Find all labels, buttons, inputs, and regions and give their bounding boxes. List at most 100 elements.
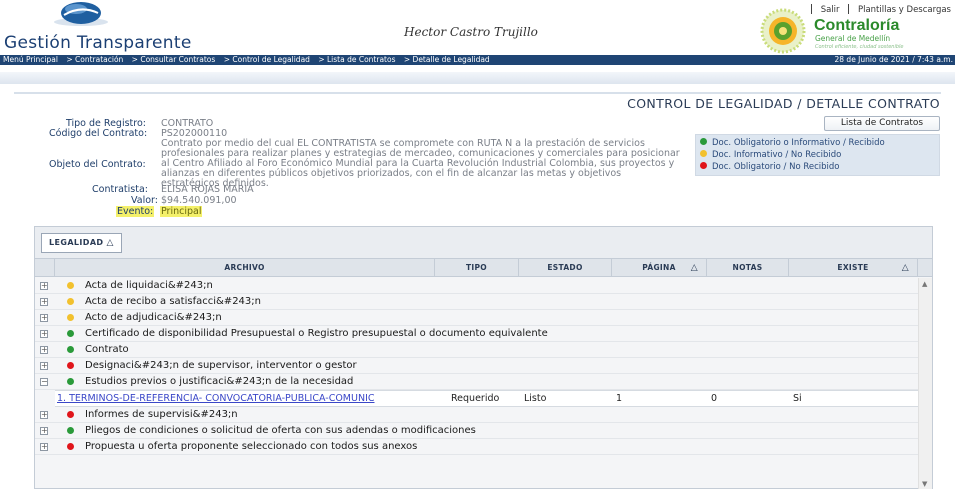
row-label: Certificado de disponibilidad Presupuest… xyxy=(85,328,548,339)
row-label: Designaci&#243;n de supervisor, interven… xyxy=(85,360,357,371)
legend-label: Doc. Obligatorio o Informativo / Recibid… xyxy=(712,138,885,148)
breadcrumb-item-detalle-legalidad: > Detalle de Legalidad xyxy=(403,55,490,64)
column-header-existe[interactable]: EXISTE △ xyxy=(789,259,918,277)
green-dot-icon xyxy=(67,346,74,353)
evento-value: Principal xyxy=(160,206,203,217)
green-dot-icon xyxy=(700,138,707,145)
group-chip-legalidad[interactable]: LEGALIDAD △ xyxy=(41,233,122,253)
user-name: Hector Castro Trujillo xyxy=(404,25,538,39)
app-logo-text: Gestión Transparente xyxy=(4,33,192,53)
contraloria-seal-icon xyxy=(760,8,806,54)
objeto-label: Objeto del Contrato: xyxy=(49,159,146,170)
yellow-dot-icon xyxy=(67,282,74,289)
expand-icon[interactable]: + xyxy=(40,330,48,338)
breadcrumb-item-main-menu[interactable]: Menú Principal xyxy=(3,55,58,64)
table-row[interactable]: + Acto de adjudicaci&#243;n xyxy=(35,310,918,326)
expand-icon[interactable]: + xyxy=(40,362,48,370)
legend-item-received: Doc. Obligatorio o Informativo / Recibid… xyxy=(700,137,935,149)
page-title: CONTROL DE LEGALIDAD / DETALLE CONTRATO xyxy=(627,96,940,111)
red-dot-icon xyxy=(67,411,74,418)
green-dot-icon xyxy=(67,330,74,337)
table-row[interactable]: + Propuesta u oferta proponente seleccio… xyxy=(35,439,918,455)
legend-item-info-not-received: Doc. Informativo / No Recibido xyxy=(700,149,935,161)
column-header-label: PÁGINA xyxy=(642,263,676,272)
contraloria-subtitle: General de Medellín xyxy=(815,34,891,43)
column-header-scroll-spacer xyxy=(918,259,932,277)
table-row[interactable]: + Pliegos de condiciones o solicitud de … xyxy=(35,423,918,439)
row-label: Informes de supervisi&#243;n xyxy=(85,409,238,420)
row-label: Propuesta u oferta proponente selecciona… xyxy=(85,441,418,452)
contraloria-slogan: Control eficiente, ciudad sostenible xyxy=(815,44,904,50)
legalidad-grid: LEGALIDAD △ ARCHIVO TIPO ESTADO PÁGINA △ … xyxy=(34,226,933,489)
scroll-up-icon[interactable]: ▲ xyxy=(922,280,927,288)
expand-icon[interactable]: + xyxy=(40,314,48,322)
decorative-band xyxy=(0,84,955,90)
expand-icon[interactable]: + xyxy=(40,346,48,354)
logout-link[interactable]: Salir xyxy=(817,5,844,15)
sort-icon: △ xyxy=(690,263,698,273)
header: Gestión Transparente Hector Castro Truji… xyxy=(0,0,955,55)
group-by-bar: LEGALIDAD △ xyxy=(35,227,932,259)
expand-icon[interactable]: + xyxy=(40,443,48,451)
row-label: Acta de recibo a satisfacci&#243;n xyxy=(85,296,261,307)
table-row[interactable]: + Acta de liquidaci&#243;n xyxy=(35,278,918,294)
yellow-dot-icon xyxy=(700,150,707,157)
contraloria-name: Contraloría xyxy=(814,17,900,34)
table-row[interactable]: − Estudios previos o justificaci&#243;n … xyxy=(35,374,918,390)
expand-icon[interactable]: + xyxy=(40,282,48,290)
legend-label: Doc. Informativo / No Recibido xyxy=(712,150,842,160)
column-header-tipo[interactable]: TIPO xyxy=(435,259,519,277)
table-row[interactable]: + Contrato xyxy=(35,342,918,358)
yellow-dot-icon xyxy=(67,298,74,305)
breadcrumb-item-lista-contratos[interactable]: > Lista de Contratos xyxy=(318,55,395,64)
row-label: Acta de liquidaci&#243;n xyxy=(85,280,213,291)
column-header-archivo[interactable]: ARCHIVO xyxy=(55,259,435,277)
table-row[interactable]: + Informes de supervisi&#243;n xyxy=(35,407,918,423)
column-header-label: EXISTE xyxy=(837,263,869,272)
scroll-down-icon[interactable]: ▼ xyxy=(922,480,927,488)
breadcrumb-item-consultar-contratos[interactable]: > Consultar Contratos xyxy=(132,55,216,64)
cell-existe: Si xyxy=(793,393,802,404)
expand-icon[interactable]: + xyxy=(40,427,48,435)
red-dot-icon xyxy=(67,443,74,450)
top-links: Salir Plantillas y Descargas xyxy=(809,4,955,15)
grid-rows: + Acta de liquidaci&#243;n + Acta de rec… xyxy=(35,278,918,489)
breadcrumb-item-contratacion[interactable]: > Contratación xyxy=(66,55,123,64)
row-label: Acto de adjudicaci&#243;n xyxy=(85,312,222,323)
current-date: 28 de Junio de 2021 / 7:43 a.m. xyxy=(834,55,954,64)
objeto-value: Contrato por medio del cual EL CONTRATIS… xyxy=(161,138,680,190)
breadcrumb-item-control-legalidad[interactable]: > Control de Legalidad xyxy=(224,55,310,64)
decorative-band xyxy=(0,72,955,84)
templates-downloads-link[interactable]: Plantillas y Descargas xyxy=(854,5,955,15)
cell-pagina: 1 xyxy=(616,393,623,404)
cell-estado: Listo xyxy=(524,393,547,404)
cell-notas: 0 xyxy=(711,393,718,404)
contratista-value: ELISA ROJAS MARIA xyxy=(161,184,254,195)
expand-icon[interactable]: + xyxy=(40,298,48,306)
status-legend: Doc. Obligatorio o Informativo / Recibid… xyxy=(695,134,940,176)
group-chip-label: LEGALIDAD xyxy=(49,238,104,247)
divider xyxy=(14,92,941,94)
yellow-dot-icon xyxy=(67,314,74,321)
table-row[interactable]: + Designaci&#243;n de supervisor, interv… xyxy=(35,358,918,374)
expand-icon[interactable]: + xyxy=(40,411,48,419)
table-row-detail: 1. TERMINOS-DE-REFERENCIA- CONVOCATORIA-… xyxy=(55,390,918,407)
grid-scrollbar[interactable]: ▲ ▼ xyxy=(918,278,932,489)
file-link[interactable]: 1. TERMINOS-DE-REFERENCIA- CONVOCATORIA-… xyxy=(57,391,433,406)
collapse-icon[interactable]: − xyxy=(40,378,48,386)
row-label: Contrato xyxy=(85,344,129,355)
gestion-transparente-logo-icon xyxy=(54,2,108,26)
row-label: Estudios previos o justificaci&#243;n de… xyxy=(85,376,354,387)
grid-column-headers: ARCHIVO TIPO ESTADO PÁGINA △ NOTAS EXIST… xyxy=(35,259,932,277)
table-row[interactable]: + Acta de recibo a satisfacci&#243;n xyxy=(35,294,918,310)
green-dot-icon xyxy=(67,427,74,434)
lista-contratos-button[interactable]: Lista de Contratos xyxy=(824,116,940,131)
breadcrumb: Menú Principal > Contratación > Consulta… xyxy=(0,55,955,65)
red-dot-icon xyxy=(700,162,707,169)
column-header-notas[interactable]: NOTAS xyxy=(707,259,789,277)
green-dot-icon xyxy=(67,378,74,385)
table-row[interactable]: + Certificado de disponibilidad Presupue… xyxy=(35,326,918,342)
column-header-estado[interactable]: ESTADO xyxy=(519,259,612,277)
row-label: Pliegos de condiciones o solicitud de of… xyxy=(85,425,476,436)
column-header-pagina[interactable]: PÁGINA △ xyxy=(612,259,707,277)
